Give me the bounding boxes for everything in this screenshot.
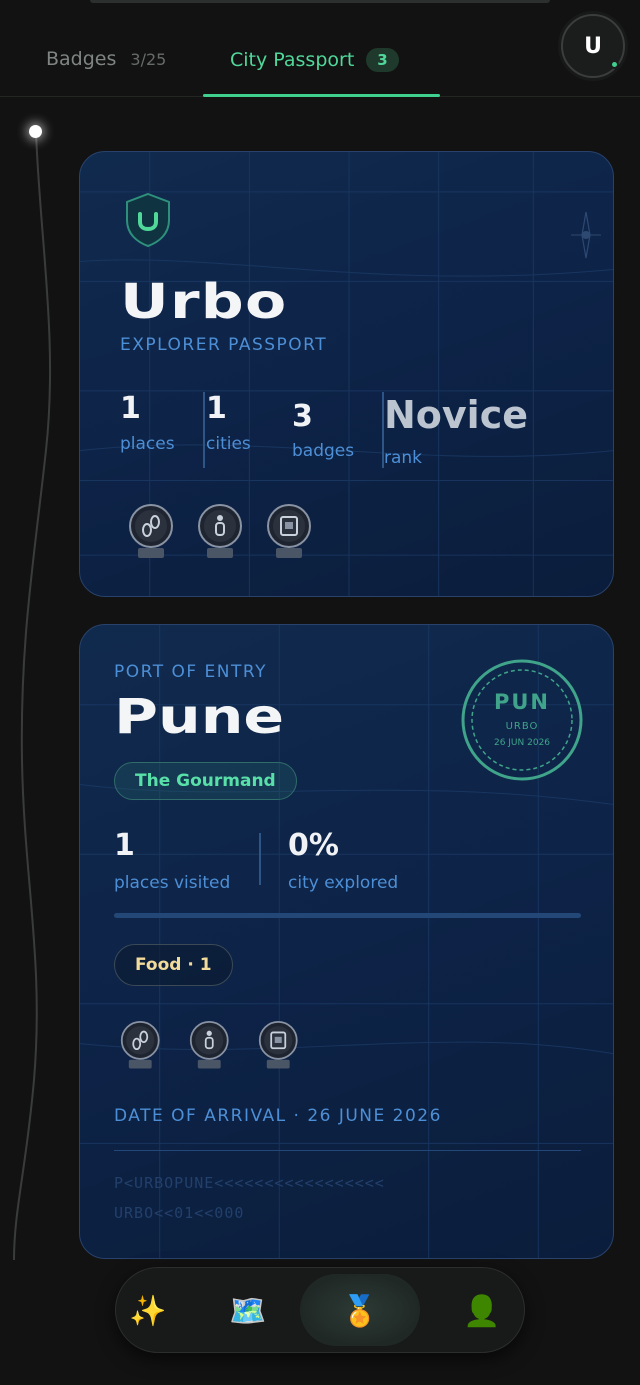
- tab-badges[interactable]: Badges 3/25: [46, 48, 166, 70]
- active-tab-indicator: [203, 94, 440, 97]
- medal-icon: 🏅: [341, 1293, 379, 1329]
- explorer-passport-card[interactable]: Urbo EXPLORER PASSPORT 1 places 1 cities…: [79, 151, 614, 597]
- city-title: Pune: [114, 689, 285, 745]
- footprints-medal-icon[interactable]: [128, 504, 174, 564]
- passport-subtitle: EXPLORER PASSPORT: [120, 335, 328, 355]
- stat-badges: 3 badges: [292, 399, 355, 462]
- category-pill-food[interactable]: Food · 1: [114, 944, 233, 986]
- stat-value: 0%: [288, 828, 339, 863]
- stamp-date: 26 JUN 2026: [493, 738, 551, 748]
- title-pill[interactable]: The Gourmand: [114, 762, 297, 800]
- stat-label: places visited: [114, 873, 231, 893]
- tab-count-badge: 3: [366, 48, 399, 72]
- divider: [114, 1150, 581, 1151]
- person-medal-icon[interactable]: [189, 1021, 229, 1074]
- footprints-medal-icon[interactable]: [120, 1021, 160, 1074]
- map-medal-icon[interactable]: [266, 504, 312, 564]
- brand-title: Urbo: [120, 274, 288, 330]
- stamp-code: PUN: [493, 690, 551, 714]
- nav-medal[interactable]: 🏅: [330, 1282, 390, 1340]
- stat-value: 1: [120, 391, 141, 426]
- mrz-line-2: URBO<<01<<000: [114, 1204, 245, 1222]
- port-of-entry-label: PORT OF ENTRY: [114, 662, 268, 682]
- tab-label: City Passport: [230, 49, 355, 71]
- nav-sparkles[interactable]: ✨: [118, 1282, 178, 1340]
- timeline-path: [13, 131, 52, 1260]
- stamp-brand: URBO: [505, 721, 539, 732]
- timeline-start-dot: [29, 125, 42, 138]
- tab-bar: Badges 3/25 City Passport 3: [0, 0, 640, 97]
- compass-icon: [571, 211, 601, 259]
- exploration-progress-bar: [114, 913, 581, 918]
- tab-city-passport[interactable]: City Passport 3: [230, 48, 399, 72]
- profile-icon: 👤: [463, 1293, 501, 1329]
- urbo-shield-logo: [126, 192, 170, 248]
- stat-label: places: [120, 434, 175, 454]
- arrival-date: DATE OF ARRIVAL · 26 JUNE 2026: [114, 1106, 442, 1126]
- stat-label: rank: [384, 448, 423, 468]
- bottom-nav-bar: ✨ 🗺️ 🏅 👤: [115, 1267, 525, 1353]
- stat-divider: [203, 392, 205, 468]
- stat-cities: 1 cities: [206, 391, 251, 455]
- tab-label: Badges: [46, 48, 117, 70]
- stat-value: 1: [206, 391, 227, 426]
- stat-value: 3: [292, 399, 313, 434]
- stat-value: Novice: [384, 393, 529, 437]
- online-status-dot: [610, 60, 619, 69]
- avatar-initial: U: [584, 33, 602, 59]
- stat-places: 1 places: [120, 391, 175, 455]
- stat-label: badges: [292, 441, 355, 461]
- avatar[interactable]: U: [561, 14, 625, 78]
- map-medal-icon[interactable]: [258, 1021, 298, 1074]
- stat-city-explored: 0% city explored: [288, 828, 399, 894]
- city-stamp: PUN URBO 26 JUN 2026: [460, 658, 584, 782]
- mrz-line-1: P<URBOPUNE<<<<<<<<<<<<<<<<<: [114, 1174, 385, 1192]
- tab-count: 3/25: [130, 49, 167, 69]
- stat-places-visited: 1 places visited: [114, 828, 231, 894]
- stat-rank: Novice rank: [384, 396, 528, 468]
- stat-label: city explored: [288, 873, 399, 893]
- person-medal-icon[interactable]: [197, 504, 243, 564]
- stat-value: 1: [114, 828, 135, 863]
- city-passport-card[interactable]: PORT OF ENTRY Pune PUN URBO 26 JUN 2026 …: [79, 624, 614, 1259]
- nav-map[interactable]: 🗺️: [218, 1282, 278, 1340]
- map-icon: 🗺️: [229, 1293, 267, 1329]
- stat-divider: [259, 833, 261, 885]
- stat-label: cities: [206, 434, 251, 454]
- sparkles-icon: ✨: [129, 1293, 167, 1329]
- nav-profile[interactable]: 👤: [452, 1282, 512, 1340]
